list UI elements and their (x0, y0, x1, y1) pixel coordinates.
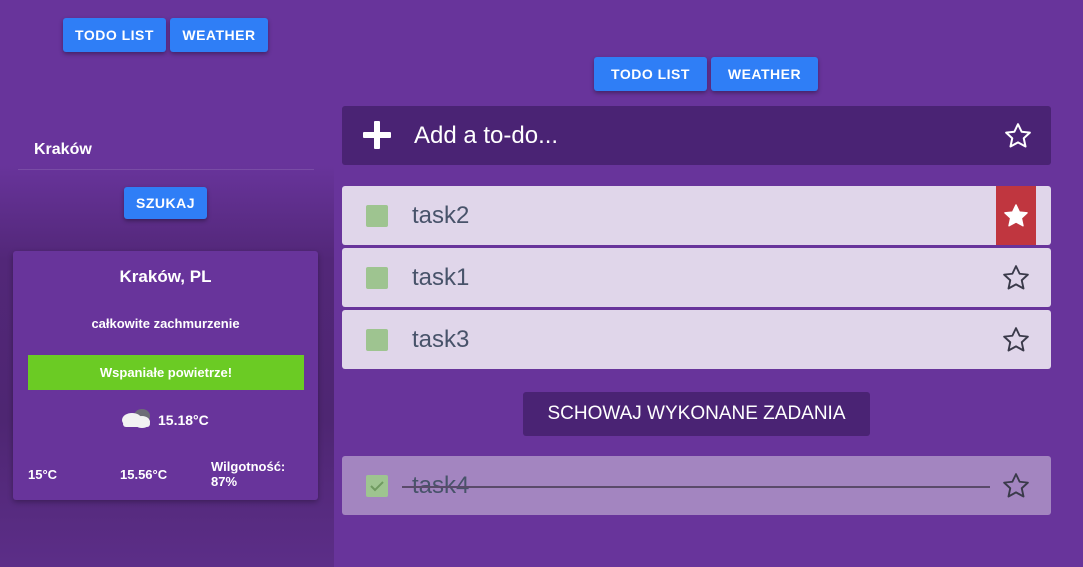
add-todo-bar[interactable]: Add a to-do... (342, 106, 1051, 165)
min-temperature: 15°C (28, 467, 58, 482)
task-checkbox[interactable] (366, 267, 388, 289)
hide-done-button[interactable]: SCHOWAJ WYKONANE ZADANIA (523, 392, 870, 436)
done-task-item[interactable]: task4 (342, 456, 1051, 515)
task-checkbox[interactable] (366, 205, 388, 227)
weather-description: całkowite zachmurzenie (91, 316, 240, 331)
task-item[interactable]: task2 (342, 186, 1051, 245)
task-label: task3 (412, 325, 470, 353)
max-temperature: 15.56°C (120, 467, 168, 482)
star-outline-icon[interactable] (996, 310, 1036, 369)
humidity-value: 87% (211, 474, 238, 489)
weather-location: Kraków, PL (119, 267, 212, 286)
humidity: Wilgotność: 87% (211, 459, 285, 489)
weather-button-main[interactable]: WEATHER (711, 57, 818, 91)
weather-button[interactable]: WEATHER (170, 18, 268, 52)
star-outline-icon[interactable] (996, 248, 1036, 307)
weather-card: Kraków, PL całkowite zachmurzenie Wspani… (13, 251, 318, 500)
star-filled-icon[interactable] (996, 186, 1036, 245)
current-temperature: 15.18°C (118, 406, 209, 433)
cloud-icon (118, 406, 154, 433)
strikethrough-line (402, 486, 990, 488)
air-quality-badge: Wspaniałe powietrze! (28, 355, 304, 390)
add-todo-input[interactable]: Add a to-do... (414, 106, 558, 165)
task-item[interactable]: task3 (342, 310, 1051, 369)
todo-list-button-main[interactable]: TODO LIST (594, 57, 707, 91)
check-icon (370, 481, 384, 492)
task-label: task2 (412, 201, 470, 229)
city-input[interactable]: Kraków (18, 130, 314, 170)
humidity-label: Wilgotność: (211, 459, 286, 474)
task-checkbox-checked[interactable] (366, 475, 388, 497)
task-item[interactable]: task1 (342, 248, 1051, 307)
star-outline-icon[interactable] (1003, 121, 1033, 151)
task-checkbox[interactable] (366, 329, 388, 351)
task-label: task1 (412, 263, 470, 291)
plus-icon[interactable] (360, 118, 394, 152)
todo-list-button[interactable]: TODO LIST (63, 18, 166, 52)
temperature-value: 15.18°C (158, 411, 209, 428)
star-outline-icon[interactable] (996, 456, 1036, 515)
search-button[interactable]: SZUKAJ (124, 187, 207, 219)
